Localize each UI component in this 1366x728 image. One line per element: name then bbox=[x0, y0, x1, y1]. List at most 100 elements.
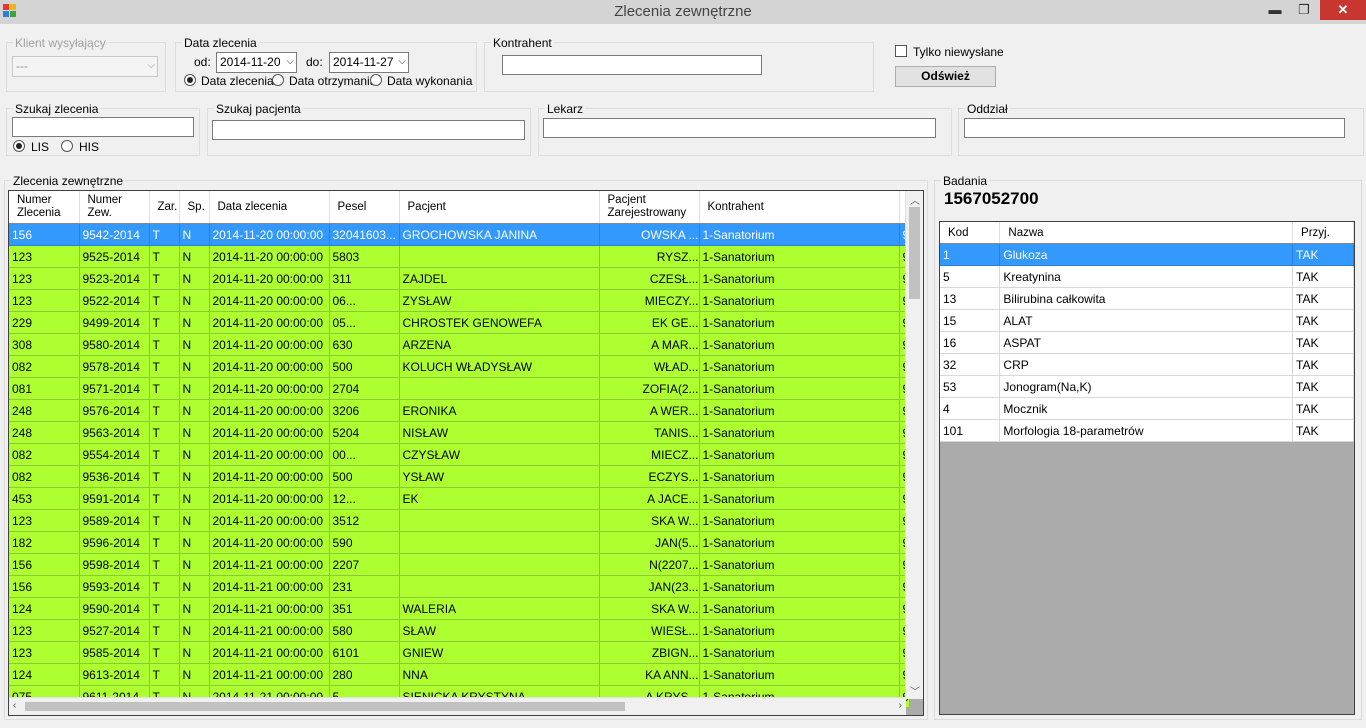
table-cell: 580 bbox=[329, 619, 400, 642]
radio-his[interactable] bbox=[61, 140, 73, 152]
table-row[interactable]: 082 9578-2014 T N 2014-11-20 00:00:00 500 KOLU… bbox=[9, 355, 911, 378]
table-row[interactable]: 32 CRP TAK bbox=[940, 353, 1354, 376]
klient-combo[interactable]: --- ⌵ bbox=[12, 56, 158, 77]
table-row[interactable]: 101 Morfologia 18-parametrów TAK bbox=[940, 419, 1354, 442]
scroll-down-icon[interactable]: ﹀ bbox=[910, 683, 920, 698]
table-row[interactable]: 123 9523-2014 T N 2014-11-20 00:00:00 311 ZAJD… bbox=[9, 267, 911, 290]
table-row[interactable]: 156 9598-2014 T N 2014-11-21 00:00:00 2207 N(2… bbox=[9, 553, 911, 576]
table-row[interactable]: 124 9590-2014 T N 2014-11-21 00:00:00 351 WALE… bbox=[9, 597, 911, 620]
table-row[interactable]: 123 9525-2014 T N 2014-11-20 00:00:00 5803 RYS… bbox=[9, 245, 911, 268]
restore-button[interactable]: ❐ bbox=[1290, 0, 1318, 20]
table-row[interactable]: 156 9542-2014 T N 2014-11-20 00:00:00 3204160… bbox=[9, 223, 911, 246]
orders-col-header[interactable]: Data zlecenia bbox=[209, 191, 330, 224]
table-row[interactable]: 308 9580-2014 T N 2014-11-20 00:00:00 630 ARZE… bbox=[9, 333, 911, 356]
od-date-picker[interactable]: 2014-11-20 ⌵ bbox=[216, 52, 297, 73]
radio-data-wykonania-label: Data wykonania bbox=[387, 74, 473, 88]
lekarz-label: Lekarz bbox=[545, 102, 586, 116]
table-row[interactable]: 15 ALAT TAK bbox=[940, 309, 1354, 332]
kontrahent-input[interactable] bbox=[502, 55, 762, 75]
title-bar: Zlecenia zewnętrzne ▬ ❐ ✕ bbox=[0, 0, 1366, 24]
table-cell: CZYSŁAW bbox=[399, 443, 600, 466]
oddzial-input[interactable] bbox=[964, 118, 1345, 138]
table-cell bbox=[399, 245, 600, 268]
table-cell: 1-Sanatorium bbox=[699, 311, 900, 334]
table-row[interactable]: 182 9596-2014 T N 2014-11-20 00:00:00 590 JAN(… bbox=[9, 531, 911, 554]
table-row[interactable]: 082 9536-2014 T N 2014-11-20 00:00:00 500 YSŁA… bbox=[9, 465, 911, 488]
table-cell: YSŁAW bbox=[399, 465, 600, 488]
badania-col-header[interactable]: Kod bbox=[940, 222, 1001, 244]
table-row[interactable]: 5 Kreatynina TAK bbox=[940, 265, 1354, 288]
table-cell: 082 bbox=[9, 465, 80, 488]
scroll-left-icon[interactable]: ‹ bbox=[13, 700, 16, 711]
chevron-down-icon: ⌵ bbox=[147, 60, 155, 71]
radio-data-otrzymania[interactable] bbox=[272, 74, 284, 86]
orders-col-header[interactable]: Sp. bbox=[179, 191, 210, 224]
table-cell: N bbox=[179, 487, 210, 510]
table-row[interactable]: 13 Bilirubina całkowita TAK bbox=[940, 287, 1354, 310]
close-button[interactable]: ✕ bbox=[1320, 0, 1366, 20]
table-row[interactable]: 123 9522-2014 T N 2014-11-20 00:00:00 06... ZY… bbox=[9, 289, 911, 312]
szukaj-pacjenta-input[interactable] bbox=[212, 120, 525, 140]
table-cell: ARZENA bbox=[399, 333, 600, 356]
table-row[interactable]: 248 9576-2014 T N 2014-11-20 00:00:00 3206 ERO… bbox=[9, 399, 911, 422]
szukaj-zlecenia-input[interactable] bbox=[12, 117, 194, 137]
table-cell: T bbox=[149, 663, 180, 686]
radio-lis[interactable] bbox=[13, 140, 25, 152]
table-cell: 1-Sanatorium bbox=[699, 509, 900, 532]
table-cell: 2014-11-20 00:00:00 bbox=[209, 333, 330, 356]
table-cell: A WER... bbox=[599, 399, 700, 422]
minimize-button[interactable]: ▬ bbox=[1260, 0, 1290, 20]
table-row[interactable]: 123 9589-2014 T N 2014-11-20 00:00:00 3512 SKA… bbox=[9, 509, 911, 532]
table-cell: 1 bbox=[940, 243, 1001, 266]
badania-col-header[interactable]: Przyj. bbox=[1292, 222, 1354, 244]
table-cell: 1-Sanatorium bbox=[699, 443, 900, 466]
table-row[interactable]: 123 9585-2014 T N 2014-11-21 00:00:00 6101 GNI… bbox=[9, 641, 911, 664]
table-row[interactable]: 16 ASPAT TAK bbox=[940, 331, 1354, 354]
badania-grid[interactable]: Kod Nazwa Przyj. 1 Glukoza TAK 5 Kreatynina TAK… bbox=[939, 221, 1355, 715]
table-row[interactable]: 081 9571-2014 T N 2014-11-20 00:00:00 2704 ZOF… bbox=[9, 377, 911, 400]
orders-vertical-scrollbar[interactable]: ︿ ﹀ bbox=[905, 191, 923, 699]
refresh-button[interactable]: Odśwież bbox=[895, 66, 996, 87]
table-row[interactable]: 1 Glukoza TAK bbox=[940, 243, 1354, 266]
table-row[interactable]: 4 Mocznik TAK bbox=[940, 397, 1354, 420]
table-cell bbox=[399, 531, 600, 554]
scroll-thumb[interactable] bbox=[909, 207, 920, 299]
orders-col-header[interactable]: Pesel bbox=[329, 191, 400, 224]
scroll-thumb[interactable] bbox=[25, 702, 625, 711]
table-row[interactable]: 156 9593-2014 T N 2014-11-21 00:00:00 231 JAN(… bbox=[9, 575, 911, 598]
orders-col-header[interactable]: Numer Zlecenia bbox=[9, 191, 80, 224]
table-cell: 9596-2014 bbox=[79, 531, 150, 554]
radio-data-zlecenia[interactable] bbox=[184, 74, 196, 86]
do-date-picker[interactable]: 2014-11-27 ⌵ bbox=[329, 52, 409, 73]
radio-data-wykonania[interactable] bbox=[370, 74, 382, 86]
orders-grid[interactable]: Numer Zlecenia Numer Zew. Zar. Sp. Data zlec… bbox=[8, 190, 924, 716]
table-cell: 12... bbox=[329, 487, 400, 510]
tylko-niewyslane-checkbox[interactable] bbox=[895, 45, 907, 57]
orders-col-header[interactable]: Kontrahent bbox=[699, 191, 900, 224]
table-row[interactable]: 229 9499-2014 T N 2014-11-20 00:00:00 05... CH… bbox=[9, 311, 911, 334]
table-cell: T bbox=[149, 531, 180, 554]
orders-col-header[interactable]: Pacjent Zarejestrowany bbox=[599, 191, 700, 224]
table-cell: 231 bbox=[329, 575, 400, 598]
orders-col-header[interactable]: Pacjent bbox=[399, 191, 600, 224]
table-cell: 1-Sanatorium bbox=[699, 245, 900, 268]
table-cell: T bbox=[149, 289, 180, 312]
table-row[interactable]: 248 9563-2014 T N 2014-11-20 00:00:00 5204 NIS… bbox=[9, 421, 911, 444]
lekarz-input[interactable] bbox=[543, 118, 936, 138]
table-cell: N bbox=[179, 465, 210, 488]
table-row[interactable]: 123 9527-2014 T N 2014-11-21 00:00:00 580 SŁAW… bbox=[9, 619, 911, 642]
badania-col-header[interactable]: Nazwa bbox=[999, 222, 1294, 244]
table-cell: NNA bbox=[399, 663, 600, 686]
table-row[interactable]: 453 9591-2014 T N 2014-11-20 00:00:00 12... EK… bbox=[9, 487, 911, 510]
table-cell: 630 bbox=[329, 333, 400, 356]
table-row[interactable]: 53 Jonogram(Na,K) TAK bbox=[940, 375, 1354, 398]
orders-horizontal-scrollbar[interactable]: ‹ › bbox=[9, 697, 906, 715]
do-label: do: bbox=[306, 55, 323, 69]
orders-col-header[interactable]: Numer Zew. bbox=[79, 191, 150, 224]
orders-col-header[interactable]: Zar. bbox=[149, 191, 180, 224]
scroll-up-icon[interactable]: ︿ bbox=[910, 192, 920, 207]
table-row[interactable]: 082 9554-2014 T N 2014-11-20 00:00:00 00... CZ… bbox=[9, 443, 911, 466]
scroll-right-icon[interactable]: › bbox=[899, 700, 902, 711]
table-cell: GNIEW bbox=[399, 641, 600, 664]
table-row[interactable]: 124 9613-2014 T N 2014-11-21 00:00:00 280 NNA K… bbox=[9, 663, 911, 686]
